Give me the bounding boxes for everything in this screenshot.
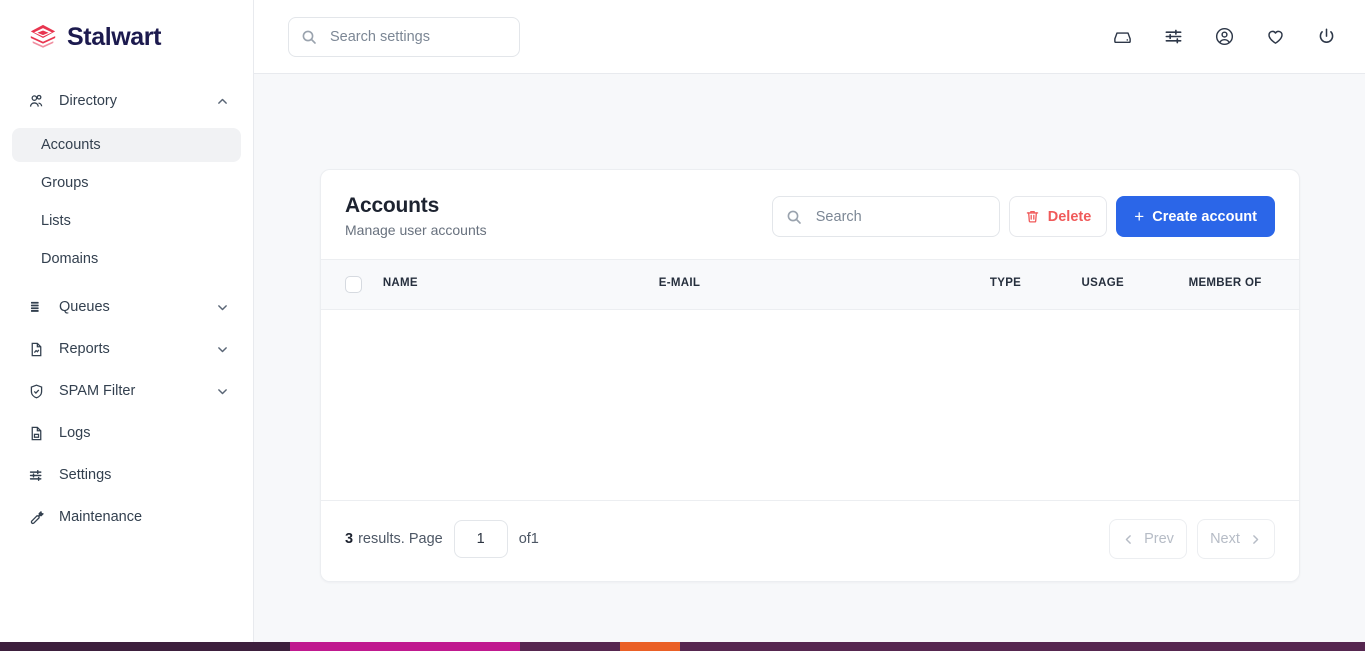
bottom-progress-strip: [0, 642, 1365, 651]
pagination-controls: Prev Next: [1109, 519, 1275, 560]
chevron-right-icon: [1249, 533, 1262, 546]
create-account-button-label: Create account: [1152, 208, 1257, 225]
column-header-member-of[interactable]: MEMBER OF: [1188, 259, 1299, 311]
column-header-type[interactable]: TYPE: [989, 259, 1082, 311]
page-subtitle: Manage user accounts: [345, 222, 487, 239]
main-area: Accounts Manage user accounts: [254, 0, 1365, 651]
create-account-button[interactable]: + Create account: [1116, 196, 1275, 237]
sidebar-item-label: Reports: [59, 341, 110, 357]
sidebar-subitems-directory: Accounts Groups Lists Domains: [12, 120, 241, 284]
card-actions: Delete + Create account: [771, 193, 1275, 237]
page-title: Accounts: [345, 194, 440, 217]
sidebar-item-accounts[interactable]: Accounts: [12, 128, 241, 162]
topbar: [254, 0, 1365, 74]
sidebar-nav: Directory Accounts Groups Lists Domains: [0, 74, 253, 536]
accounts-table-body: [321, 310, 1299, 501]
sidebar-item-groups[interactable]: Groups: [12, 166, 241, 200]
strip-segment-4: [680, 642, 1365, 651]
shield-check-icon: [28, 383, 45, 400]
sidebar-item-label: Logs: [59, 425, 91, 441]
chevron-left-icon: [1122, 533, 1135, 546]
sidebar-item-label: Maintenance: [59, 509, 143, 525]
card-header: Accounts Manage user accounts Search Del…: [321, 170, 1299, 259]
chevron-up-icon[interactable]: [216, 95, 229, 108]
strip-segment-0: [0, 642, 290, 651]
sidebar-item-queues[interactable]: Queues: [12, 288, 241, 326]
topbar-actions: [1111, 26, 1337, 48]
plus-icon: +: [1134, 207, 1145, 226]
sidebar-item-maintenance[interactable]: Maintenance: [12, 498, 241, 536]
sidebar-item-label: Queues: [59, 299, 110, 315]
select-all-cell: [321, 259, 383, 311]
sliders-icon[interactable]: [1162, 26, 1184, 48]
accounts-search-input[interactable]: [813, 207, 986, 226]
results-count: 3: [345, 531, 354, 548]
chevron-down-icon[interactable]: [216, 301, 229, 314]
search-input[interactable]: [328, 27, 507, 46]
column-header-usage[interactable]: USAGE: [1081, 259, 1189, 311]
app-root: Stalwart Directory Accounts Groups Lists…: [0, 0, 1365, 651]
total-pages-label: of1: [518, 531, 539, 548]
wrench-icon: [28, 509, 45, 526]
sidebar-item-domains[interactable]: Domains: [12, 242, 241, 276]
accounts-table-head: NAME E-MAIL TYPE USAGE MEMBER OF: [321, 259, 1299, 311]
chevron-down-icon[interactable]: [216, 385, 229, 398]
trash-icon: [1025, 209, 1040, 224]
content-area: Accounts Manage user accounts Search Del…: [254, 74, 1365, 651]
heart-icon[interactable]: [1264, 26, 1286, 48]
strip-segment-2: [520, 642, 620, 651]
sidebar-item-lists[interactable]: Lists: [12, 204, 241, 238]
logs-document-icon: [28, 425, 45, 442]
chevron-down-icon[interactable]: [216, 343, 229, 356]
prev-page-label: Prev: [1144, 531, 1174, 548]
results-label: results. Page: [358, 531, 443, 548]
table-header-row: NAME E-MAIL TYPE USAGE MEMBER OF: [321, 259, 1299, 311]
sidebar-item-label: Settings: [59, 467, 112, 483]
sidebar-item-reports[interactable]: Reports: [12, 330, 241, 368]
column-header-name[interactable]: NAME: [382, 259, 659, 311]
search-icon: [301, 29, 317, 45]
sidebar-item-spam-filter[interactable]: SPAM Filter: [12, 372, 241, 410]
sidebar-item-settings[interactable]: Settings: [12, 456, 241, 494]
user-circle-icon[interactable]: [1213, 26, 1235, 48]
strip-segment-3: [620, 642, 680, 651]
stalwart-stacked-envelope-logo: [28, 22, 58, 52]
search-icon: [786, 209, 802, 225]
accounts-search-box[interactable]: [771, 196, 1000, 237]
card-title-block: Accounts Manage user accounts: [345, 193, 487, 238]
delete-button-label: Delete: [1047, 208, 1092, 225]
results-summary: 3 results. Page of1: [345, 520, 539, 559]
column-header-email[interactable]: E-MAIL: [658, 259, 990, 311]
delete-button[interactable]: Delete: [1008, 196, 1108, 237]
sidebar-item-logs[interactable]: Logs: [12, 414, 241, 452]
settings-search-box[interactable]: [288, 16, 520, 57]
prev-page-button[interactable]: Prev: [1109, 519, 1187, 560]
server-icon[interactable]: [1111, 26, 1133, 48]
queues-stack-icon: [28, 299, 45, 316]
brand-name: Stalwart: [67, 22, 162, 51]
accounts-card: Accounts Manage user accounts Search Del…: [320, 169, 1300, 583]
next-page-button[interactable]: Next: [1197, 519, 1275, 560]
accounts-table: NAME E-MAIL TYPE USAGE MEMBER OF: [321, 259, 1299, 311]
strip-segment-1: [290, 642, 520, 651]
directory-users-icon: [28, 93, 45, 110]
next-page-label: Next: [1210, 531, 1240, 548]
sidebar-item-directory[interactable]: Directory: [12, 82, 241, 120]
page-number-input[interactable]: [453, 520, 508, 559]
sliders-icon: [28, 467, 45, 484]
brand-logo-area[interactable]: Stalwart: [0, 0, 253, 74]
sidebar-item-label: SPAM Filter: [59, 383, 136, 399]
report-document-icon: [28, 341, 45, 358]
table-footer: 3 results. Page of1 Prev N: [321, 500, 1299, 582]
sidebar-item-label: Directory: [59, 93, 118, 109]
sidebar: Stalwart Directory Accounts Groups Lists…: [0, 0, 254, 651]
power-icon[interactable]: [1315, 26, 1337, 48]
select-all-checkbox[interactable]: [345, 276, 362, 294]
